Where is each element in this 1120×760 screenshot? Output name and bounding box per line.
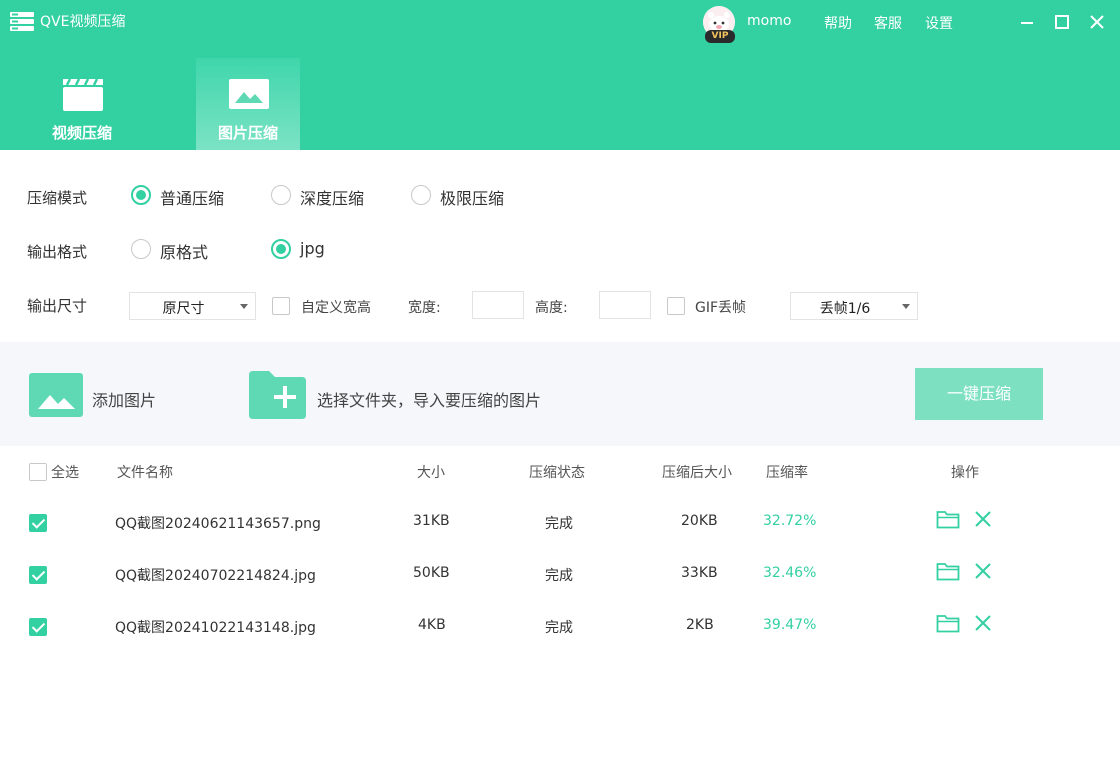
header-filename: 文件名称 [117, 465, 173, 481]
row-status: 完成 [545, 620, 573, 636]
row-filename: QQ截图20240621143657.png [115, 516, 321, 532]
row-compressed-size: 33KB [681, 565, 718, 581]
mode-extreme-label[interactable]: 极限压缩 [440, 185, 504, 209]
username[interactable]: momo [747, 13, 791, 29]
format-jpg-label[interactable]: jpg [300, 239, 325, 258]
row-filename: QQ截图20240702214824.jpg [115, 568, 316, 584]
format-jpg-radio[interactable] [271, 239, 291, 259]
tab-label: 图片压缩 [217, 124, 278, 142]
format-label: 输出格式 [27, 243, 88, 261]
row-size: 50KB [413, 565, 450, 581]
mode-label: 压缩模式 [27, 189, 88, 207]
app-title: QVE视频压缩 [40, 14, 126, 30]
mode-deep-radio[interactable] [271, 185, 291, 205]
row-size: 31KB [413, 513, 450, 529]
row-rate: 39.47% [763, 617, 817, 633]
compress-all-button[interactable]: 一键压缩 [915, 368, 1043, 420]
height-input[interactable] [599, 291, 651, 319]
clapperboard-icon [63, 78, 103, 111]
header-actions: 操作 [951, 465, 979, 481]
header-status: 压缩状态 [529, 465, 585, 481]
row-size: 4KB [418, 617, 446, 633]
row-status: 完成 [545, 568, 573, 584]
header-compressed-size: 压缩后大小 [662, 465, 732, 481]
chevron-down-icon [902, 304, 910, 309]
delete-icon[interactable] [973, 561, 993, 581]
width-label: 宽度: [408, 300, 441, 316]
header: QVE视频压缩 VIP momo 帮助 客服 设置 视频压缩 图片压缩 [0, 0, 1120, 150]
row-checkbox[interactable] [29, 566, 47, 584]
gif-drop-label[interactable]: GIF丢帧 [695, 297, 746, 317]
select-all-label[interactable]: 全选 [51, 462, 79, 482]
header-size: 大小 [417, 465, 445, 481]
service-link[interactable]: 客服 [874, 13, 902, 33]
height-label: 高度: [535, 300, 568, 316]
vip-badge: VIP [705, 30, 735, 43]
tab-label: 视频压缩 [51, 124, 112, 142]
mode-extreme-radio[interactable] [411, 185, 431, 205]
row-rate: 32.72% [763, 513, 817, 529]
add-image-icon[interactable] [29, 373, 83, 417]
add-image-label[interactable]: 添加图片 [92, 387, 156, 411]
select-folder-label[interactable]: 选择文件夹，导入要压缩的图片 [317, 387, 541, 411]
row-checkbox[interactable] [29, 618, 47, 636]
delete-icon[interactable] [973, 613, 993, 633]
size-select-value: 原尺寸 [162, 301, 205, 317]
gif-drop-select[interactable]: 丢帧1/6 [790, 292, 918, 320]
format-original-label[interactable]: 原格式 [160, 239, 208, 263]
row-compressed-size: 2KB [686, 617, 714, 633]
format-original-radio[interactable] [131, 239, 151, 259]
row-checkbox[interactable] [29, 514, 47, 532]
mode-normal-label[interactable]: 普通压缩 [160, 185, 224, 209]
mode-deep-label[interactable]: 深度压缩 [300, 185, 364, 209]
gif-drop-select-value: 丢帧1/6 [819, 301, 871, 317]
mode-normal-radio[interactable] [131, 185, 151, 205]
chevron-down-icon [240, 304, 248, 309]
open-folder-icon[interactable] [936, 613, 960, 633]
image-icon [229, 79, 269, 109]
help-link[interactable]: 帮助 [824, 13, 852, 33]
row-compressed-size: 20KB [681, 513, 718, 529]
header-rate: 压缩率 [766, 465, 808, 481]
select-all-checkbox[interactable] [29, 463, 47, 481]
row-rate: 32.46% [763, 565, 817, 581]
width-input[interactable] [472, 291, 524, 319]
minimize-icon[interactable] [1017, 12, 1037, 32]
custom-size-checkbox[interactable] [272, 297, 290, 315]
maximize-icon[interactable] [1052, 12, 1072, 32]
row-status: 完成 [545, 516, 573, 532]
add-folder-icon[interactable] [249, 371, 306, 419]
size-label: 输出尺寸 [27, 297, 88, 315]
app-logo-icon [10, 12, 34, 31]
size-select[interactable]: 原尺寸 [129, 292, 256, 320]
gif-drop-checkbox[interactable] [667, 297, 685, 315]
open-folder-icon[interactable] [936, 509, 960, 529]
delete-icon[interactable] [973, 509, 993, 529]
tab-video-compress[interactable]: 视频压缩 [30, 58, 134, 150]
settings-link[interactable]: 设置 [925, 13, 953, 33]
close-icon[interactable] [1087, 12, 1107, 32]
row-filename: QQ截图20241022143148.jpg [115, 620, 316, 636]
custom-size-label[interactable]: 自定义宽高 [301, 297, 371, 317]
open-folder-icon[interactable] [936, 561, 960, 581]
tab-image-compress[interactable]: 图片压缩 [196, 58, 300, 150]
